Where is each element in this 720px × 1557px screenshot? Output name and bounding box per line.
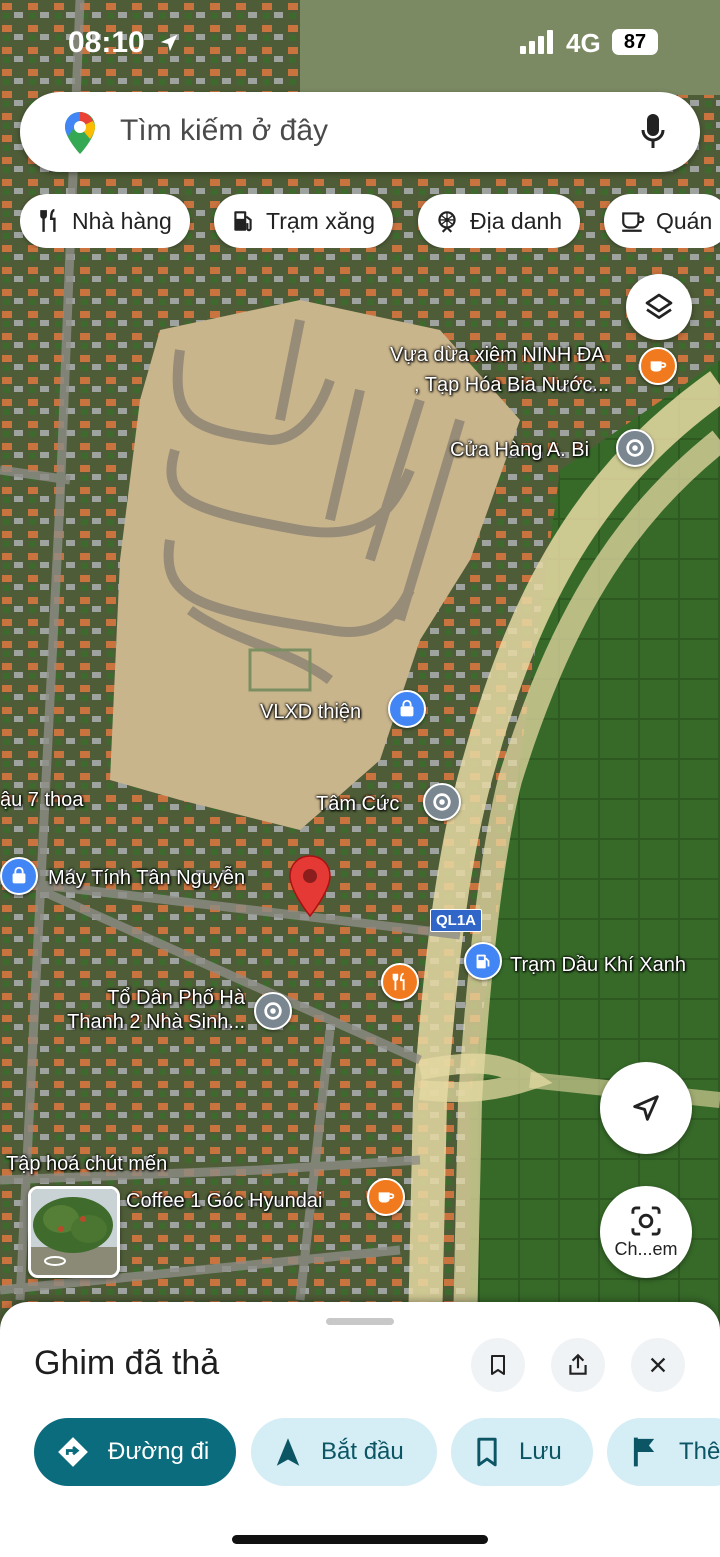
flag-icon bbox=[633, 1437, 655, 1467]
category-chips: Nhà hàng Trạm xăng Địa danh Quán bbox=[20, 194, 720, 248]
gas-poi-icon[interactable] bbox=[464, 942, 502, 980]
place-dot-icon bbox=[433, 793, 451, 811]
layers-icon bbox=[645, 293, 673, 319]
place-poi-icon[interactable] bbox=[254, 992, 292, 1030]
poi-label-may-tinh[interactable]: Máy Tính Tân Nguyễn bbox=[48, 866, 245, 890]
sheet-title: Ghim đã thả bbox=[34, 1344, 220, 1382]
cafe-poi-icon[interactable] bbox=[639, 347, 677, 385]
close-icon-button[interactable] bbox=[631, 1338, 685, 1392]
place-bottom-sheet[interactable]: Ghim đã thả Đường đi Bắt đầu Lưu Thê bbox=[0, 1302, 720, 1557]
shopping-bag-icon bbox=[400, 699, 414, 717]
street-view-photo bbox=[31, 1189, 117, 1275]
share-icon-button[interactable] bbox=[551, 1338, 605, 1392]
poi-label-vua-dua-line1[interactable]: Vựa dừa xiêm NINH ĐA bbox=[390, 343, 605, 367]
poi-label-tam-cuc[interactable]: Tâm Cức bbox=[316, 792, 399, 816]
shop-poi-icon[interactable] bbox=[0, 857, 38, 895]
shop-poi-icon[interactable] bbox=[388, 690, 426, 728]
my-location-button[interactable] bbox=[600, 1062, 692, 1154]
gas-station-icon bbox=[234, 211, 252, 232]
poi-label-tram-dau[interactable]: Trạm Dầu Khí Xanh bbox=[510, 953, 686, 977]
save-label: Lưu bbox=[519, 1438, 562, 1465]
map-layers-button[interactable] bbox=[626, 274, 692, 340]
poi-label-cua-hang[interactable]: Cửa Hàng A. Bi bbox=[450, 438, 589, 462]
battery-indicator: 87 bbox=[612, 29, 658, 55]
poi-label-tap-hoa[interactable]: Tập hoá chút mến bbox=[6, 1152, 167, 1176]
bookmark-icon bbox=[491, 1355, 505, 1375]
navigation-start-icon bbox=[276, 1438, 300, 1466]
road-shield-ql1a: QL1A bbox=[430, 909, 483, 932]
add-label-text: Thê bbox=[679, 1438, 720, 1465]
cafe-poi-icon[interactable] bbox=[367, 1178, 405, 1216]
gas-station-icon bbox=[476, 954, 490, 969]
close-icon bbox=[650, 1357, 666, 1373]
search-input[interactable]: Tìm kiếm ở đây bbox=[120, 114, 328, 148]
camera-search-button[interactable]: Ch...em bbox=[600, 1186, 692, 1278]
status-time: 08:10 bbox=[68, 26, 145, 59]
network-type: 4G bbox=[566, 28, 601, 58]
cafe-icon bbox=[378, 1192, 395, 1203]
location-arrow-icon bbox=[160, 34, 178, 52]
chip-label: Quán bbox=[656, 207, 713, 234]
poi-label-dau-7-thoa[interactable]: ậu 7 thoa bbox=[0, 788, 83, 812]
chip-cafes[interactable]: Quán bbox=[604, 194, 720, 248]
start-label: Bắt đầu bbox=[321, 1438, 404, 1465]
dropped-pin-icon[interactable] bbox=[287, 854, 333, 920]
shopping-bag-icon bbox=[12, 866, 26, 884]
poi-label-to-dan-pho[interactable]: Tổ Dân Phố Hà Thanh 2 Nhà Sinh... bbox=[40, 986, 245, 1034]
directions-button[interactable]: Đường đi bbox=[34, 1418, 236, 1486]
directions-icon bbox=[58, 1437, 88, 1467]
poi-label-coffee[interactable]: Coffee 1 Góc Hyundai bbox=[126, 1189, 322, 1213]
poi-label-vua-dua-line2[interactable]: , Tạp Hóa Bia Nước... bbox=[414, 373, 609, 397]
home-indicator[interactable] bbox=[232, 1535, 488, 1544]
navigation-arrow-icon bbox=[633, 1095, 659, 1121]
save-button[interactable]: Lưu bbox=[451, 1418, 593, 1486]
search-bar[interactable]: Tìm kiếm ở đây bbox=[20, 92, 700, 172]
bookmark-icon bbox=[477, 1437, 497, 1467]
start-button[interactable]: Bắt đầu bbox=[251, 1418, 437, 1486]
place-poi-icon[interactable] bbox=[616, 429, 654, 467]
cafe-icon bbox=[622, 212, 645, 232]
poi-label-vlxd[interactable]: VLXD thiện bbox=[260, 700, 361, 724]
cellular-signal-icon bbox=[520, 30, 553, 54]
share-icon bbox=[569, 1353, 587, 1375]
place-poi-icon[interactable] bbox=[423, 783, 461, 821]
landmark-icon bbox=[438, 211, 456, 233]
street-view-thumbnail[interactable] bbox=[28, 1186, 120, 1278]
camera-lens-icon bbox=[631, 1205, 661, 1236]
restaurant-icon bbox=[392, 972, 405, 991]
microphone-icon[interactable] bbox=[640, 112, 666, 150]
chip-label: Địa danh bbox=[470, 207, 563, 234]
cafe-icon bbox=[650, 361, 667, 372]
poi-label-to-dan-pho-line1: Tổ Dân Phố Hà bbox=[107, 987, 245, 1009]
place-dot-icon bbox=[626, 439, 644, 457]
save-icon-button[interactable] bbox=[471, 1338, 525, 1392]
chip-landmarks[interactable]: Địa danh bbox=[418, 194, 581, 248]
poi-label-to-dan-pho-line2: Thanh 2 Nhà Sinh... bbox=[67, 1011, 245, 1033]
chip-restaurants[interactable]: Nhà hàng bbox=[20, 194, 190, 248]
directions-label: Đường đi bbox=[108, 1438, 210, 1465]
google-maps-logo-icon bbox=[65, 112, 95, 154]
status-bar: 08:10 4G 87 bbox=[0, 0, 720, 86]
add-label-button[interactable]: Thê bbox=[607, 1418, 720, 1486]
place-dot-icon bbox=[264, 1002, 282, 1020]
chip-label: Trạm xăng bbox=[266, 207, 376, 234]
camera-button-label: Ch...em bbox=[614, 1238, 678, 1259]
restaurant-poi-icon[interactable] bbox=[381, 963, 419, 1001]
chip-label: Nhà hàng bbox=[72, 207, 172, 234]
chip-gas-stations[interactable]: Trạm xăng bbox=[214, 194, 394, 248]
sheet-drag-handle[interactable] bbox=[326, 1318, 394, 1325]
restaurant-icon bbox=[40, 208, 56, 232]
action-buttons-row: Đường đi Bắt đầu Lưu Thê bbox=[0, 1418, 720, 1488]
